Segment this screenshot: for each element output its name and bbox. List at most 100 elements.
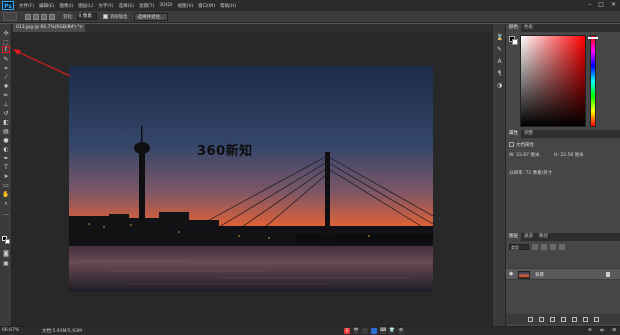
eye-icon[interactable]: ◉ — [509, 272, 515, 277]
adjustment-layer-icon[interactable] — [560, 316, 566, 322]
ime-voice-icon[interactable] — [371, 328, 377, 334]
tray-network-icon[interactable]: ⊕ — [588, 328, 592, 334]
tab-adjustments[interactable]: 调整 — [521, 130, 536, 138]
path-select-icon[interactable]: ➤ — [2, 173, 10, 180]
tab-paths[interactable]: 路径 — [536, 233, 551, 241]
tab-color[interactable]: 颜色 — [506, 24, 521, 32]
document-info[interactable]: 文档:5.93M/5.93M — [42, 328, 82, 334]
menu-edit[interactable]: 编辑(E) — [39, 3, 54, 9]
tray-windows-icon[interactable]: ⊞ — [612, 328, 616, 334]
intersect-selection-mode[interactable] — [49, 13, 55, 20]
maximize-button[interactable]: □ — [598, 1, 604, 8]
filter-type-icon[interactable] — [550, 244, 556, 250]
screen-mode-icon[interactable]: ▣ — [2, 260, 10, 267]
stamp-icon[interactable]: ⊥ — [2, 101, 10, 108]
hue-slider-marker[interactable] — [588, 37, 598, 39]
filter-pixel-icon[interactable] — [532, 244, 538, 250]
color-picker-field[interactable] — [520, 35, 586, 127]
menu-filter[interactable]: 滤镜(T) — [139, 3, 154, 9]
blur-icon[interactable]: ● — [2, 137, 10, 144]
layer-row-background[interactable]: ◉ 背景 — [506, 268, 620, 280]
menu-help[interactable]: 帮助(H) — [220, 3, 236, 9]
quick-mask-icon[interactable]: ◙ — [2, 250, 10, 257]
menu-view[interactable]: 视图(V) — [178, 3, 194, 9]
layer-style-icon[interactable] — [538, 316, 544, 322]
gradient-icon[interactable]: ▤ — [2, 128, 10, 135]
add-mask-icon[interactable] — [549, 316, 555, 322]
quick-select-icon[interactable]: ✎ — [2, 56, 10, 63]
lasso-icon[interactable]: ℓ — [2, 46, 10, 53]
minimize-button[interactable]: – — [588, 1, 591, 8]
select-and-mask-button[interactable]: 选择并遮住... — [133, 12, 169, 21]
history-icon[interactable]: ⌛ — [496, 34, 503, 41]
ime-skin-icon[interactable]: 👕 — [389, 328, 395, 334]
panel-background-swatch[interactable] — [512, 39, 518, 45]
document-tab-bar: 013.jpg @ 66.7%(RGB/8#) * × — [12, 24, 492, 32]
filter-adjust-icon[interactable] — [541, 244, 547, 250]
close-tab-icon[interactable]: × — [79, 24, 83, 32]
ime-keyboard-icon[interactable]: ⌨ — [380, 328, 387, 334]
close-button[interactable]: ✕ — [611, 1, 616, 8]
document-canvas[interactable]: 360新知 — [69, 66, 433, 292]
tab-layers[interactable]: 图层 — [506, 233, 521, 241]
tab-properties[interactable]: 属性 — [506, 130, 521, 138]
tab-channels[interactable]: 通道 — [521, 233, 536, 241]
tool-preset-picker[interactable] — [3, 12, 17, 21]
eraser-icon[interactable]: ◧ — [2, 119, 10, 126]
brush-icon[interactable]: ✏ — [2, 92, 10, 99]
canvas-workspace: 360新知 — [12, 32, 492, 326]
marquee-icon[interactable]: ⬚ — [2, 39, 10, 46]
menu-file[interactable]: 文件(F) — [19, 3, 34, 9]
panel-icon-strip: ⌛ ✎ A ¶ ◑ — [492, 24, 506, 326]
zoom-icon[interactable]: ⌕ — [2, 200, 10, 207]
brush-settings-icon[interactable]: ✎ — [496, 46, 503, 53]
background-color-swatch[interactable] — [5, 239, 10, 244]
type-icon[interactable]: T — [2, 164, 10, 171]
layer-kind-select[interactable]: 类型 — [509, 244, 529, 250]
document-tab-title: 013.jpg @ 66.7%(RGB/8#) * — [16, 25, 80, 30]
new-group-icon[interactable] — [571, 316, 577, 322]
subtract-selection-mode[interactable] — [41, 13, 47, 20]
tray-ime-icon[interactable]: 中 — [600, 328, 605, 334]
adjustments-icon[interactable]: ◑ — [496, 82, 503, 89]
dodge-icon[interactable]: ◐ — [2, 146, 10, 153]
link-layers-icon[interactable] — [527, 316, 533, 322]
hue-slider[interactable] — [590, 35, 596, 127]
history-brush-icon[interactable]: ↺ — [2, 110, 10, 117]
watermark-text: 360新知 — [197, 144, 253, 159]
move-icon[interactable]: ✣ — [2, 30, 10, 37]
pen-icon[interactable]: ✒ — [2, 155, 10, 162]
eyedropper-icon[interactable]: ⁄ — [2, 74, 10, 81]
menu-3d[interactable]: 3D(D) — [159, 3, 172, 8]
new-selection-mode[interactable] — [25, 13, 31, 20]
healing-icon[interactable]: ✚ — [2, 83, 10, 90]
ime-lang-toggle[interactable]: 中 — [353, 328, 359, 334]
tab-swatches[interactable]: 色板 — [521, 24, 536, 32]
document-tab[interactable]: 013.jpg @ 66.7%(RGB/8#) * × — [13, 24, 85, 32]
properties-height[interactable]: H: 22.58 厘米 — [554, 152, 584, 158]
character-icon[interactable]: A — [496, 58, 503, 65]
delete-layer-icon[interactable] — [593, 316, 599, 322]
more-icon[interactable]: … — [2, 210, 10, 217]
properties-width[interactable]: W: 33.87 厘米 — [509, 152, 539, 158]
ime-toolbar: S 中 · ⌨ 👕 ⚙ — [344, 328, 404, 334]
add-selection-mode[interactable] — [33, 13, 39, 20]
menu-type[interactable]: 文字(Y) — [98, 3, 113, 9]
new-layer-icon[interactable] — [582, 316, 588, 322]
menu-window[interactable]: 窗口(W) — [198, 3, 215, 9]
zoom-level[interactable]: 66.67% — [2, 328, 19, 333]
crop-icon[interactable]: ⌗ — [2, 65, 10, 72]
paragraph-icon[interactable]: ¶ — [496, 70, 503, 77]
feather-input[interactable]: 0 像素 — [76, 13, 97, 20]
menu-layer[interactable]: 图层(L) — [78, 3, 93, 9]
antialias-checkbox[interactable] — [102, 14, 108, 19]
menu-select[interactable]: 选择(S) — [119, 3, 134, 9]
filter-shape-icon[interactable] — [559, 244, 565, 250]
menu-image[interactable]: 图像(I) — [59, 3, 73, 9]
rectangle-icon[interactable]: ▭ — [2, 182, 10, 189]
ime-logo-icon[interactable]: S — [344, 328, 350, 334]
ime-punct-toggle[interactable]: · — [362, 328, 368, 334]
layers-panel-tabs: 图层 通道 路径 — [506, 233, 620, 241]
ime-settings-icon[interactable]: ⚙ — [398, 328, 404, 334]
hand-icon[interactable]: ✋ — [2, 191, 10, 198]
